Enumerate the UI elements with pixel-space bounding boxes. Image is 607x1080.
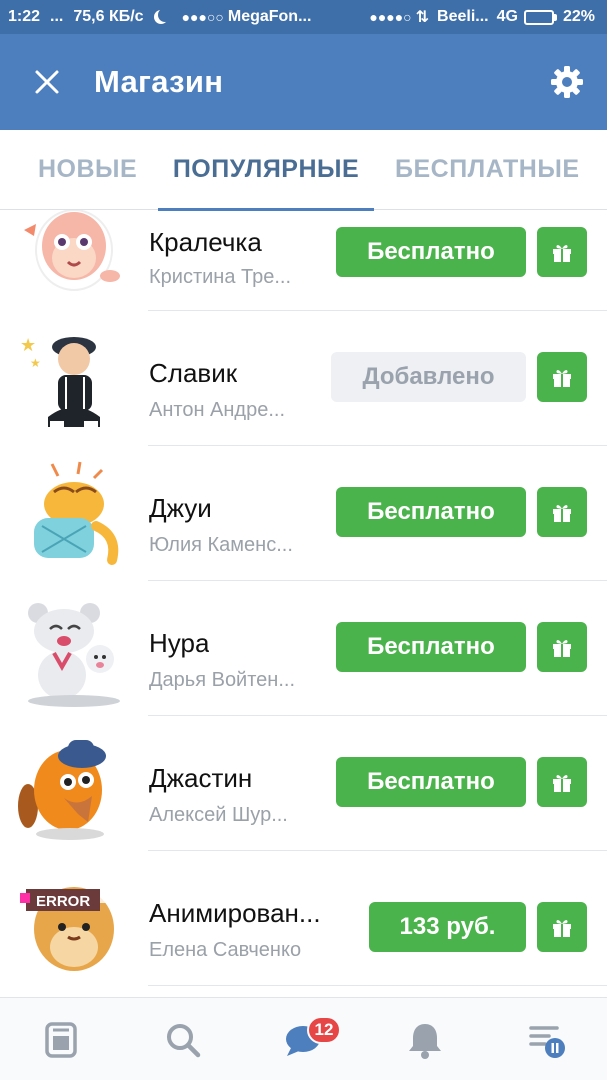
list-item[interactable]: Джуи Юлия Каменс... Бесплатно <box>0 446 607 581</box>
tab-popular[interactable]: ПОПУЛЯРНЫЕ <box>158 130 374 211</box>
carrier1-signal: ●●●○○ <box>181 9 224 25</box>
sticker-preview-slavik: ★ ★ <box>14 321 130 437</box>
gift-button[interactable] <box>537 757 587 807</box>
pack-author: Алексей Шур... <box>149 804 288 826</box>
pack-author: Дарья Войтен... <box>149 669 296 691</box>
get-free-button[interactable]: Бесплатно <box>336 757 526 807</box>
pack-author: Елена Савченко <box>149 939 302 961</box>
added-button[interactable]: Добавлено <box>331 352 526 402</box>
nav-messages[interactable]: 12 <box>263 998 343 1080</box>
gift-button[interactable] <box>537 227 587 277</box>
battery-icon <box>523 9 557 25</box>
list-item[interactable]: ERROR Анимирован... Елена Савченко 133 р… <box>0 851 607 986</box>
carrier2-name: Beeli... <box>437 8 489 25</box>
sticker-preview-dzhastin <box>14 726 130 842</box>
get-free-button[interactable]: Бесплатно <box>336 487 526 537</box>
gift-button[interactable] <box>537 352 587 402</box>
tab-bar: НОВЫЕ ПОПУЛЯРНЫЕ БЕСПЛАТНЫЕ <box>0 130 607 211</box>
nav-menu[interactable] <box>507 998 587 1080</box>
gift-icon <box>553 370 571 387</box>
list-item[interactable]: Нура Дарья Войтен... Бесплатно <box>0 581 607 716</box>
data-transfer-icon: ⇅ <box>415 9 430 26</box>
sticker-preview-kralechka <box>14 210 130 300</box>
gift-button[interactable] <box>537 487 587 537</box>
buy-button[interactable]: 133 руб. <box>369 902 526 952</box>
sticker-error-label: ERROR <box>36 893 90 910</box>
list-item[interactable]: Джастин Алексей Шур... Бесплатно <box>0 716 607 851</box>
search-icon <box>167 1023 201 1057</box>
nav-search[interactable] <box>143 998 223 1080</box>
menu-icon <box>529 1025 565 1058</box>
gear-icon <box>551 66 583 98</box>
gift-button[interactable] <box>537 902 587 952</box>
svg-text:★: ★ <box>30 356 41 370</box>
tab-free[interactable]: БЕСПЛАТНЫЕ <box>395 130 580 210</box>
nav-news[interactable] <box>21 998 101 1080</box>
app-header: Магазин <box>0 34 607 130</box>
pack-author: Юлия Каменс... <box>149 534 293 556</box>
row-divider <box>148 985 607 986</box>
list-item[interactable]: ★ ★ Славик Антон Андре... Добавлено <box>0 311 607 446</box>
carrier2-signal: ●●●●○ <box>369 9 412 25</box>
settings-button[interactable] <box>527 34 607 130</box>
status-bar: 1:22 ... 75,6 КБ/с ●●●○○ MegaFon... ●●●●… <box>0 0 607 34</box>
svg-text:★: ★ <box>20 335 36 355</box>
pack-author: Антон Андре... <box>149 399 286 421</box>
pack-name: Нура <box>149 628 210 658</box>
pack-name: Анимирован... <box>149 898 321 928</box>
pack-name: Славик <box>149 358 238 388</box>
sticker-preview-animated: ERROR <box>14 865 130 981</box>
bottom-nav: 12 <box>0 997 607 1080</box>
gift-icon <box>553 505 571 522</box>
close-button[interactable] <box>0 34 94 130</box>
gift-icon <box>553 245 571 262</box>
network-type: 4G <box>496 8 518 25</box>
pack-name: Джастин <box>149 763 253 793</box>
status-dots: ... <box>50 8 64 25</box>
bell-icon <box>409 1023 441 1059</box>
tab-new[interactable]: НОВЫЕ <box>38 130 137 210</box>
status-speed: 75,6 КБ/с <box>73 8 144 25</box>
sticker-pack-list[interactable]: Кралечка Кристина Тре... Бесплатно ★ ★ С… <box>0 210 607 997</box>
gift-icon <box>553 640 571 657</box>
pack-author: Кристина Тре... <box>149 266 292 288</box>
get-free-button[interactable]: Бесплатно <box>336 227 526 277</box>
messages-badge: 12 <box>307 1016 341 1044</box>
gift-button[interactable] <box>537 622 587 672</box>
news-icon <box>45 1021 77 1058</box>
list-item[interactable]: Кралечка Кристина Тре... Бесплатно <box>0 210 607 311</box>
close-icon <box>35 70 59 94</box>
carrier1-name: MegaFon... <box>227 8 312 25</box>
pack-name: Джуи <box>149 493 212 523</box>
battery-percent: 22% <box>562 8 595 25</box>
nav-notifications[interactable] <box>385 998 465 1080</box>
get-free-button[interactable]: Бесплатно <box>336 622 526 672</box>
gift-icon <box>553 775 571 792</box>
pack-name: Кралечка <box>149 227 262 257</box>
status-time: 1:22 <box>8 8 41 25</box>
sticker-preview-nura <box>14 593 130 709</box>
page-title: Магазин <box>94 64 224 99</box>
gift-icon <box>553 920 571 937</box>
sticker-preview-dzhui <box>14 456 130 572</box>
do-not-disturb-icon <box>158 8 172 22</box>
